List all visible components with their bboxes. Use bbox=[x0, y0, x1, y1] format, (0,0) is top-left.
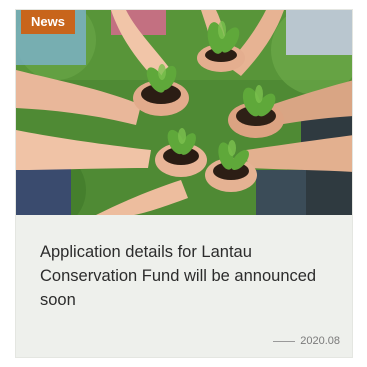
news-date-row: 2020.08 bbox=[273, 335, 340, 347]
news-tag: News bbox=[21, 10, 75, 34]
date-divider bbox=[273, 340, 296, 342]
news-card[interactable]: News Application details for Lantau Cons… bbox=[15, 9, 353, 358]
news-title[interactable]: Application details for Lantau Conservat… bbox=[40, 240, 336, 312]
news-photo[interactable] bbox=[16, 10, 352, 215]
seedlings-in-hands-photo bbox=[16, 10, 352, 215]
news-date: 2020.08 bbox=[300, 335, 340, 347]
